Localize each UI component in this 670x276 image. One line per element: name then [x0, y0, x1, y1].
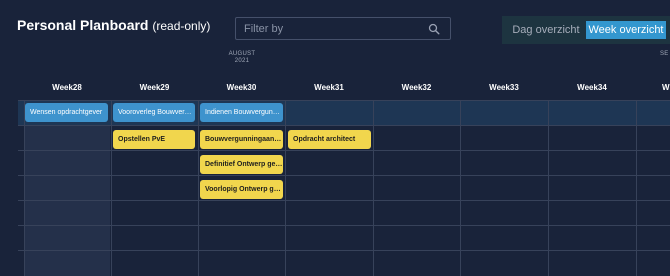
grid-row-line: [18, 225, 670, 226]
page-title: Personal Planboard (read-only): [17, 17, 210, 33]
grid-column-line: [111, 100, 112, 276]
week-header-34: Week34: [577, 83, 607, 92]
grid-row-line: [18, 150, 670, 151]
day-view-button[interactable]: Dag overzicht: [508, 21, 584, 39]
grid-row-line: [18, 100, 670, 101]
week-header-29: Week29: [139, 83, 170, 92]
read-only-label: (read-only): [152, 19, 211, 33]
grid-column-line: [460, 100, 461, 276]
task-card[interactable]: Definitief Ontwerp gereed: [200, 155, 283, 174]
week-header-33: Week33: [489, 83, 519, 92]
week-header-31: Week31: [314, 83, 344, 92]
task-card[interactable]: Opstellen PvE: [113, 130, 195, 149]
month-name: SE: [660, 51, 669, 57]
filter-box: [235, 17, 451, 40]
week-header-35: W: [662, 83, 670, 92]
grid-row-line: [18, 175, 670, 176]
task-card[interactable]: Wensen opdrachtgever: [25, 103, 108, 122]
task-card[interactable]: Voorlopig Ontwerp gereed: [200, 180, 283, 199]
grid-column-line: [548, 100, 549, 276]
grid-row-line: [18, 250, 670, 251]
filter-input[interactable]: [236, 18, 426, 39]
month-label-august: AUGUST 2021: [222, 51, 262, 65]
grid-column-line: [24, 100, 25, 276]
task-card[interactable]: Opdracht architect: [288, 130, 371, 149]
grid-column-line: [285, 100, 286, 276]
task-card[interactable]: Indienen Bouwvergunning: [200, 103, 283, 122]
month-year: 2021: [234, 58, 250, 64]
month-label-september: SE: [660, 51, 670, 58]
page-title-text: Personal Planboard: [17, 17, 149, 33]
week-view-button[interactable]: Week overzicht: [586, 21, 666, 39]
planboard-grid: Wensen opdrachtgever Vooroverleg Bouwver…: [0, 100, 670, 276]
task-card[interactable]: Vooroverleg Bouwvergunning: [113, 103, 195, 122]
week-header-30: Week30: [226, 83, 257, 92]
task-card[interactable]: Bouwvergunningaanvraag: [200, 130, 283, 149]
grid-column-line: [636, 100, 637, 276]
grid-column-line: [373, 100, 374, 276]
grid-row-line: [18, 200, 670, 201]
grid-row-line: [18, 125, 670, 126]
grid-column-line: [198, 100, 199, 276]
week-header-32: Week32: [401, 83, 432, 92]
search-icon[interactable]: [428, 23, 440, 35]
month-name: AUGUST: [228, 51, 256, 57]
view-toggle: Dag overzicht Week overzicht: [502, 16, 670, 44]
week-header-28: Week28: [52, 83, 82, 92]
